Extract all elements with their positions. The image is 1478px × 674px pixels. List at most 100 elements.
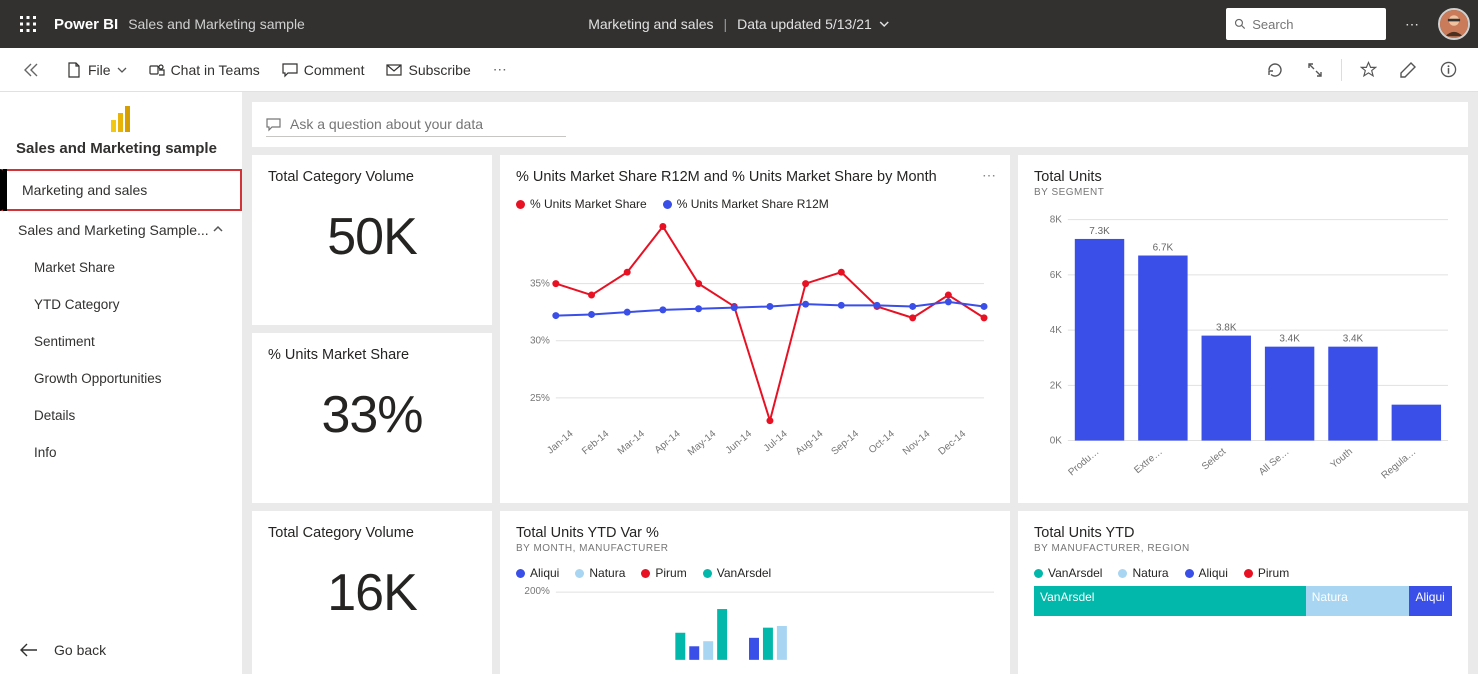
legend: Aliqui Natura Pirum VanArsdel: [516, 566, 994, 580]
sidebar-page-item[interactable]: Details: [0, 397, 242, 434]
chevron-down-icon: [117, 65, 127, 75]
svg-text:2K: 2K: [1050, 380, 1063, 391]
tile-market-share-line[interactable]: ⋯ % Units Market Share R12M and % Units …: [500, 155, 1010, 503]
suite-header: Power BI Sales and Marketing sample Mark…: [0, 0, 1478, 48]
search-field[interactable]: [1252, 17, 1378, 32]
subscribe-button[interactable]: Subscribe: [378, 56, 478, 84]
sidebar-item-dashboard[interactable]: Marketing and sales: [0, 169, 242, 211]
svg-text:Mar-14: Mar-14: [616, 428, 648, 457]
brand-label[interactable]: Power BI: [54, 16, 118, 33]
teams-icon: [149, 62, 165, 78]
qna-input[interactable]: [266, 112, 566, 137]
kpi-value: 16K: [268, 563, 476, 623]
info-icon[interactable]: [1430, 52, 1466, 88]
svg-text:Produ…: Produ…: [1066, 446, 1101, 478]
app-launcher-icon[interactable]: [8, 4, 48, 44]
file-menu[interactable]: File: [58, 56, 135, 84]
svg-text:Nov-14: Nov-14: [901, 428, 933, 457]
nav-sidebar: Sales and Marketing sample Marketing and…: [0, 92, 242, 674]
avatar[interactable]: [1438, 8, 1470, 40]
sidebar-page-item[interactable]: Sentiment: [0, 323, 242, 360]
data-updated-label: Data updated 5/13/21: [737, 16, 872, 32]
subscribe-label: Subscribe: [408, 62, 470, 78]
svg-text:3.8K: 3.8K: [1216, 323, 1237, 334]
chevron-up-icon: [212, 222, 224, 238]
chat-icon: [266, 117, 282, 136]
treemap-segment[interactable]: Aliqui: [1409, 586, 1452, 616]
tile-total-category-volume-1[interactable]: Total Category Volume 50K: [252, 155, 492, 325]
dashboard-title: Marketing and sales: [588, 16, 713, 32]
sidebar-page-item[interactable]: YTD Category: [0, 286, 242, 323]
legend: % Units Market Share % Units Market Shar…: [516, 197, 994, 211]
favorite-icon[interactable]: [1350, 52, 1386, 88]
kpi-value: 33%: [268, 385, 476, 445]
tile-units-market-share[interactable]: % Units Market Share 33%: [252, 333, 492, 503]
svg-text:May-14: May-14: [686, 428, 719, 458]
svg-text:200%: 200%: [524, 586, 550, 597]
tile-ytd-treemap[interactable]: Total Units YTD BY MANUFACTURER, REGION …: [1018, 511, 1468, 674]
svg-text:7.3K: 7.3K: [1089, 226, 1110, 237]
qna-bar: [252, 102, 1468, 147]
comment-button[interactable]: Comment: [274, 56, 373, 84]
search-icon: [1234, 17, 1246, 31]
svg-text:Select: Select: [1200, 446, 1228, 472]
sidebar-page-item[interactable]: Growth Opportunities: [0, 360, 242, 397]
tile-ytd-var[interactable]: Total Units YTD Var % BY MONTH, MANUFACT…: [500, 511, 1010, 674]
svg-text:4K: 4K: [1050, 325, 1063, 336]
tile-total-units-bar[interactable]: Total Units BY SEGMENT 0K2K4K6K8K7.3KPro…: [1018, 155, 1468, 503]
edit-icon[interactable]: [1390, 52, 1426, 88]
sidebar-item-dataset[interactable]: Sales and Marketing Sample...: [0, 211, 242, 249]
search-input[interactable]: [1226, 8, 1386, 40]
suite-more-icon[interactable]: ⋯: [1396, 8, 1428, 40]
refresh-icon[interactable]: [1257, 52, 1293, 88]
svg-text:Regula…: Regula…: [1379, 446, 1418, 481]
svg-text:All Se…: All Se…: [1257, 446, 1292, 478]
tile-total-category-volume-2[interactable]: Total Category Volume 16K: [252, 511, 492, 674]
svg-text:Extre…: Extre…: [1132, 446, 1164, 476]
svg-text:Sep-14: Sep-14: [829, 428, 861, 457]
svg-text:Jul-14: Jul-14: [762, 428, 790, 454]
svg-text:6.7K: 6.7K: [1153, 243, 1174, 254]
powerbi-logo-icon: [0, 98, 242, 134]
svg-text:3.4K: 3.4K: [1279, 334, 1300, 345]
file-label: File: [88, 62, 111, 78]
chat-teams-label: Chat in Teams: [171, 62, 260, 78]
svg-text:Youth: Youth: [1329, 446, 1355, 471]
comment-icon: [282, 62, 298, 78]
svg-text:0K: 0K: [1050, 436, 1063, 447]
collapse-nav-icon[interactable]: [12, 63, 52, 77]
chevron-down-icon[interactable]: [878, 18, 890, 30]
svg-text:25%: 25%: [530, 393, 550, 404]
svg-text:Feb-14: Feb-14: [580, 428, 612, 457]
go-back-button[interactable]: Go back: [0, 626, 242, 674]
svg-text:Oct-14: Oct-14: [867, 428, 897, 456]
svg-text:Dec-14: Dec-14: [937, 428, 969, 457]
sidebar-page-item[interactable]: Info: [0, 434, 242, 471]
dashboard-canvas: Total Category Volume 50K ⋯ % Units Mark…: [242, 92, 1478, 674]
workspace-name: Sales and Marketing sample: [128, 16, 305, 32]
treemap: VanArsdelNaturaAliqui: [1034, 586, 1452, 616]
mail-icon: [386, 62, 402, 78]
svg-text:Jun-14: Jun-14: [724, 428, 755, 456]
back-arrow-icon: [20, 643, 38, 657]
toolbar: File Chat in Teams Comment Subscribe ⋯: [0, 48, 1478, 92]
legend: VanArsdel Natura Aliqui Pirum: [1034, 566, 1452, 580]
ytd-var-chart: 200%: [516, 580, 994, 660]
svg-text:Jan-14: Jan-14: [545, 428, 576, 456]
toolbar-more-icon[interactable]: ⋯: [485, 55, 515, 84]
svg-text:6K: 6K: [1050, 270, 1063, 281]
file-icon: [66, 62, 82, 78]
tile-more-icon[interactable]: ⋯: [982, 167, 998, 184]
treemap-segment[interactable]: Natura: [1306, 586, 1410, 616]
chat-teams-button[interactable]: Chat in Teams: [141, 56, 268, 84]
svg-text:Apr-14: Apr-14: [653, 428, 683, 456]
kpi-value: 50K: [268, 207, 476, 267]
header-center[interactable]: Marketing and sales | Data updated 5/13/…: [588, 16, 890, 32]
sidebar-page-item[interactable]: Market Share: [0, 249, 242, 286]
svg-text:35%: 35%: [530, 279, 550, 290]
fullscreen-icon[interactable]: [1297, 52, 1333, 88]
bar-chart: 0K2K4K6K8K7.3KProdu…6.7KExtre…3.8KSelect…: [1034, 198, 1452, 498]
treemap-segment[interactable]: VanArsdel: [1034, 586, 1306, 616]
line-chart: 25%30%35%Jan-14Feb-14Mar-14Apr-14May-14J…: [516, 211, 994, 481]
svg-text:Aug-14: Aug-14: [794, 428, 826, 457]
